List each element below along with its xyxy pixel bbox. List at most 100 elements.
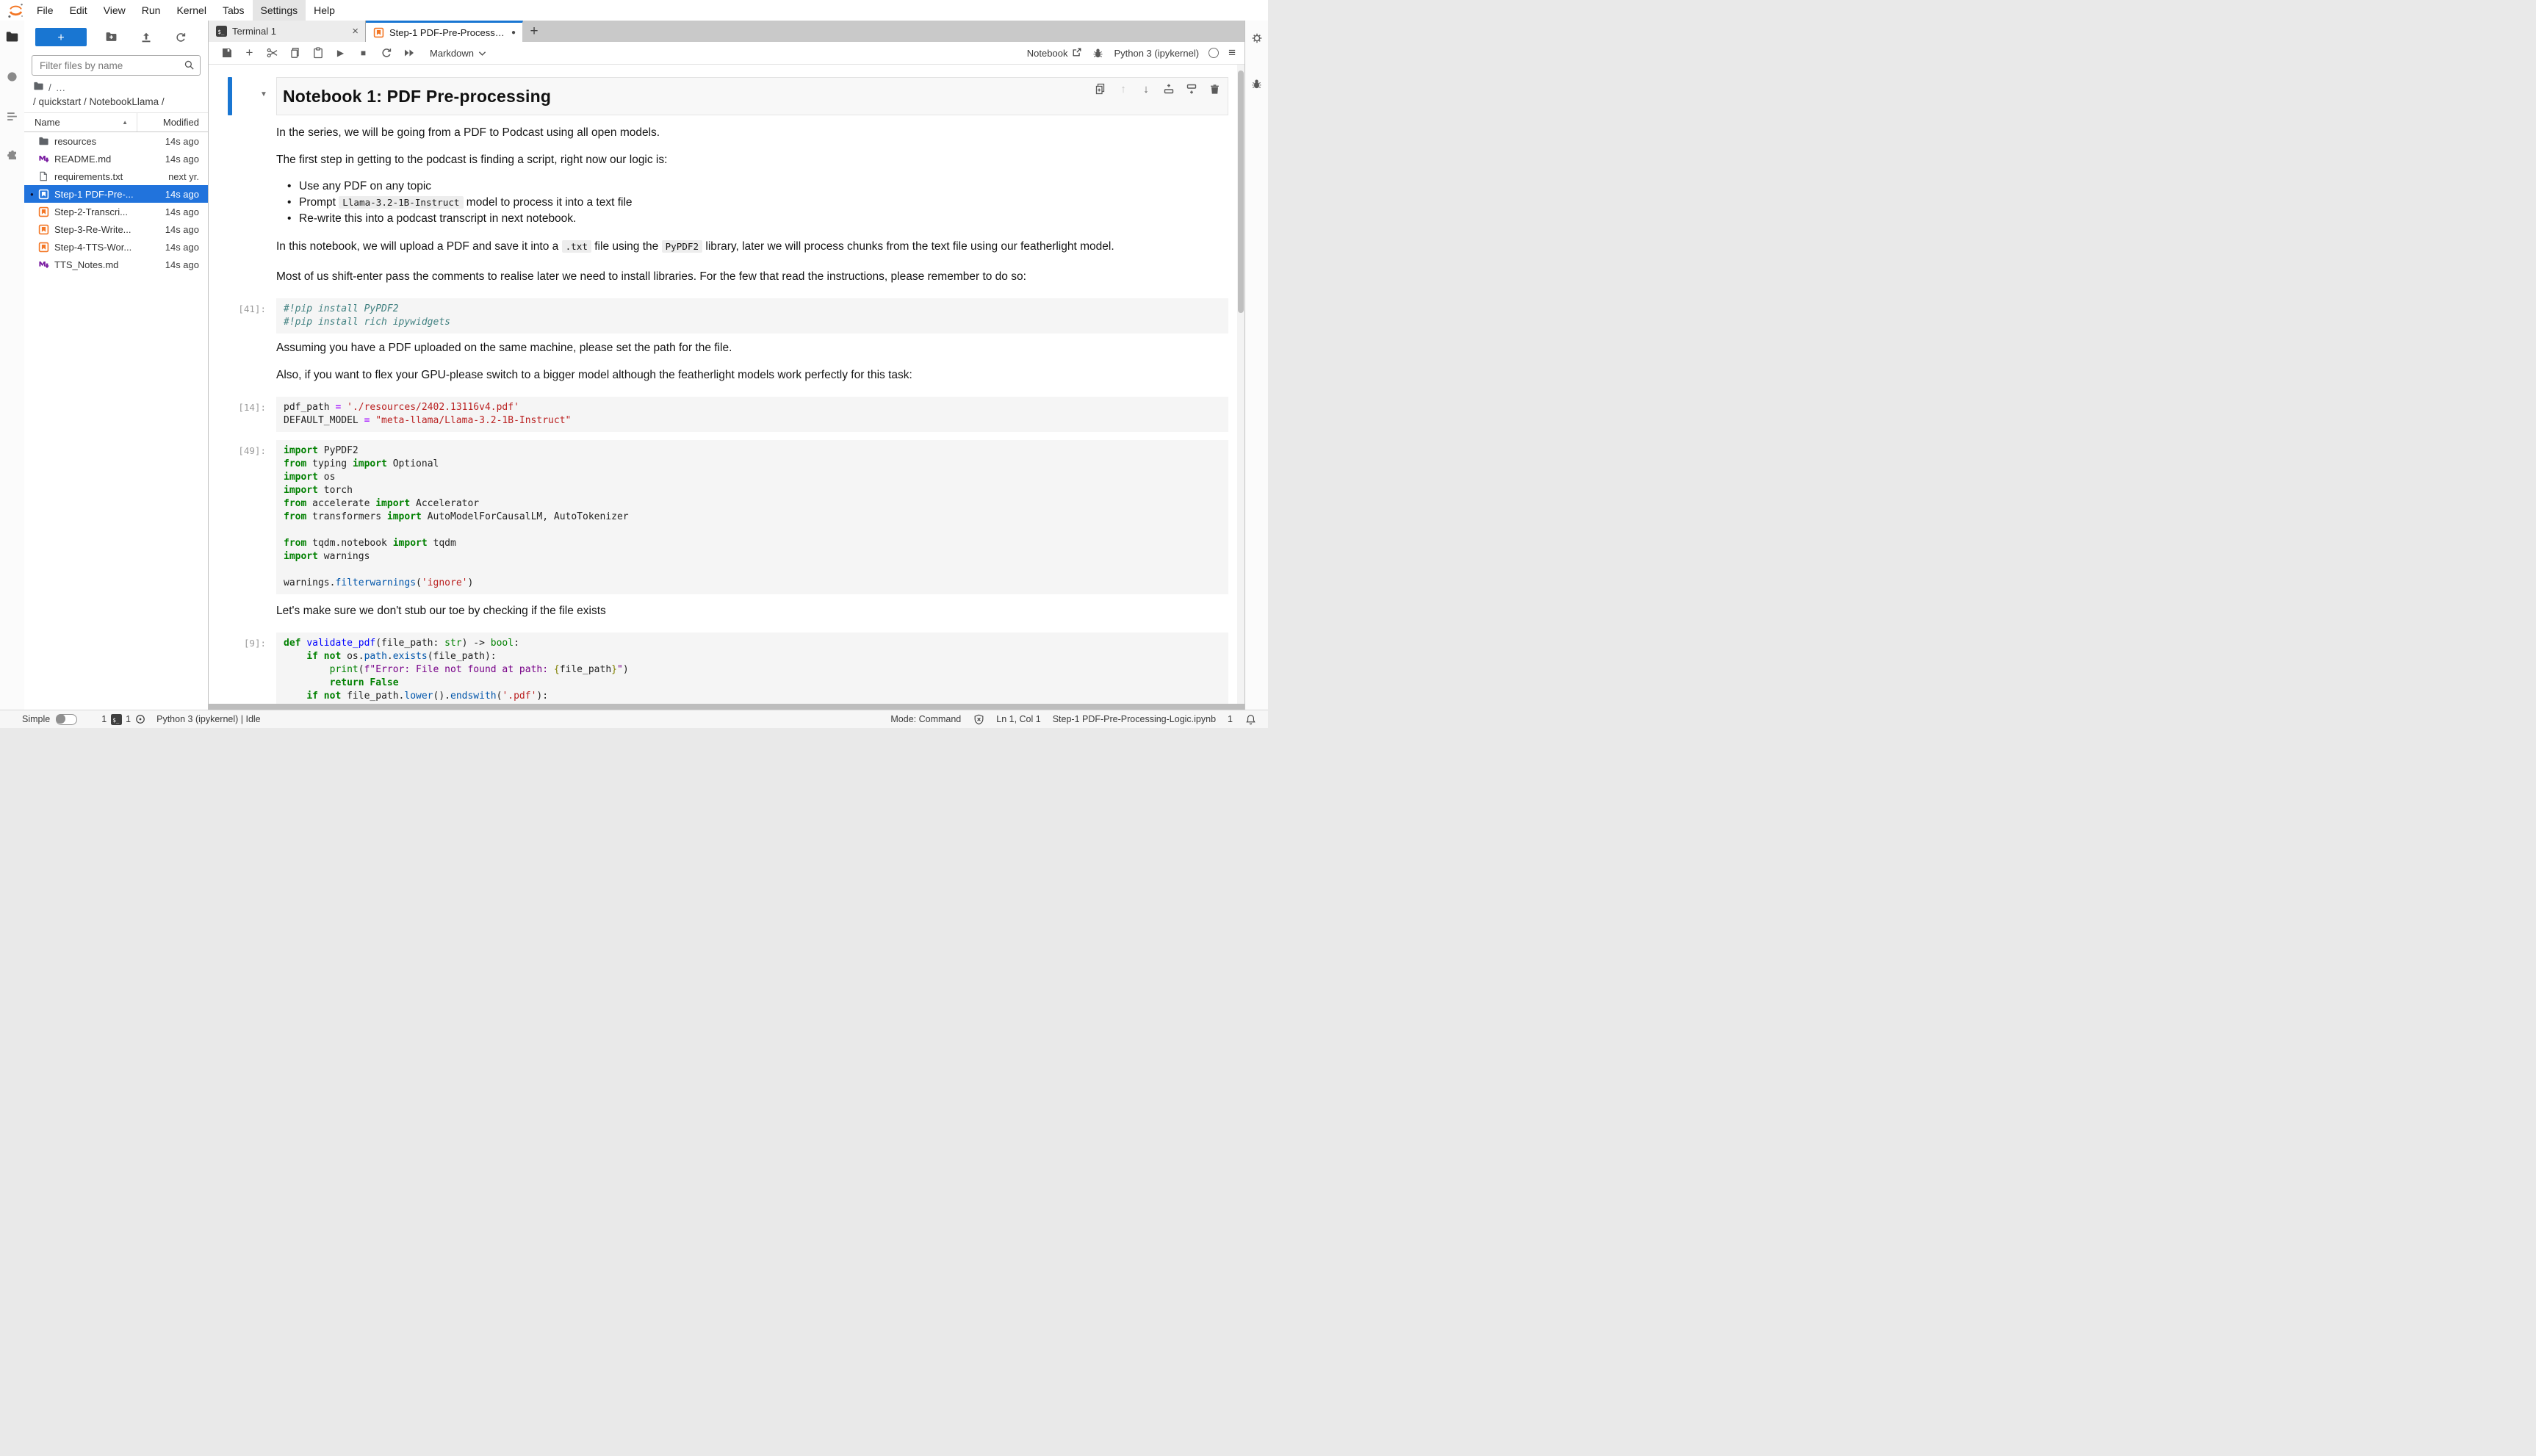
horizontal-scrollbar[interactable] [209,704,1244,710]
new-folder-icon[interactable] [105,31,118,43]
file-row[interactable]: TTS_Notes.md14s ago [24,256,208,273]
scrollbar-thumb[interactable] [1238,71,1244,313]
kernel-status-text[interactable]: Python 3 (ipykernel) | Idle [156,714,261,724]
markdown-title-cell[interactable]: ▼Notebook 1: PDF Pre-processing↑↓ [276,77,1228,115]
new-tab-button[interactable]: + [523,21,545,42]
extension-manager-icon[interactable] [5,148,20,163]
markdown-paragraph[interactable]: Let's make sure we don't stub our toe by… [276,604,1228,618]
menu-run[interactable]: Run [134,0,169,21]
filter-files-input[interactable] [32,55,201,76]
simple-mode-toggle[interactable] [56,714,77,725]
breadcrumb-path[interactable]: / quickstart / NotebookLlama / [33,96,199,107]
restart-run-all-icon[interactable] [403,47,415,60]
command-mode-indicator[interactable]: Mode: Command [890,714,961,724]
cut-icon[interactable] [266,47,278,60]
run-icon[interactable]: ▶ [334,47,347,60]
cell-type-select[interactable]: Markdown [430,48,486,59]
breadcrumb-root[interactable]: / [48,82,51,93]
collapse-cell-icon[interactable]: ▼ [260,90,267,98]
markdown-paragraph[interactable]: Assuming you have a PDF uploaded on the … [276,341,1228,355]
file-row[interactable]: Step-2-Transcri...14s ago [24,203,208,220]
restart-kernel-icon[interactable] [380,47,392,60]
paste-icon[interactable] [311,47,324,60]
menu-kernel[interactable]: Kernel [168,0,214,21]
search-icon [184,60,195,74]
markdown-paragraph[interactable]: Also, if you want to flex your GPU-pleas… [276,368,1228,382]
inline-code: PyPDF2 [662,240,703,253]
code-cell[interactable]: [41]:#!pip install PyPDF2#!pip install r… [276,298,1228,334]
column-modified[interactable]: Modified [137,113,208,131]
file-row[interactable]: ●Step-1 PDF-Pre-...14s ago [24,185,208,203]
tab-step-1-pdf-pre-processing[interactable]: Step-1 PDF-Pre-Processing● [366,21,523,42]
menu-help[interactable]: Help [306,0,343,21]
bell-icon[interactable] [1244,713,1256,725]
kernel-sessions-icon[interactable] [134,713,146,725]
trust-shield-icon[interactable] [973,713,984,725]
sort-ascending-icon: ▲ [122,119,128,126]
table-of-contents-icon[interactable] [5,109,20,123]
menu-items: FileEditViewRunKernelTabsSettingsHelp [29,0,343,21]
stop-icon[interactable]: ■ [357,47,370,60]
file-row[interactable]: README.md14s ago [24,150,208,167]
debugger-toggle-icon[interactable] [1092,47,1104,60]
code-editor[interactable]: #!pip install PyPDF2#!pip install rich i… [276,298,1228,334]
markdown-paragraph[interactable]: In this notebook, we will upload a PDF a… [276,239,1228,253]
code-cell[interactable]: [9]:def validate_pdf(file_path: str) -> … [276,633,1228,710]
file-row[interactable]: Step-4-TTS-Wor...14s ago [24,238,208,256]
menu-settings[interactable]: Settings [253,0,306,21]
file-modified: 14s ago [137,189,208,200]
insert-cell-above-icon[interactable] [1163,83,1175,95]
move-cell-up-icon[interactable]: ↑ [1117,83,1129,95]
running-sessions-icon[interactable] [5,69,20,84]
code-editor[interactable]: pdf_path = './resources/2402.13116v4.pdf… [276,397,1228,432]
markdown-paragraph[interactable]: The first step in getting to the podcast… [276,153,1228,167]
debugger-icon[interactable] [1250,76,1264,91]
cell-type-value: Markdown [430,48,474,59]
markdown-paragraph[interactable]: In the series, we will be going from a P… [276,126,1228,140]
file-row[interactable]: Step-3-Re-Write...14s ago [24,220,208,238]
code-editor[interactable]: import PyPDF2from typing import Optional… [276,440,1228,594]
menu-file[interactable]: File [29,0,62,21]
cursor-position[interactable]: Ln 1, Col 1 [996,714,1040,724]
delete-cell-icon[interactable] [1208,83,1220,95]
code-cell[interactable]: [49]:import PyPDF2from typing import Opt… [276,440,1228,594]
add-cell-icon[interactable]: + [243,47,256,60]
home-folder-icon[interactable] [33,81,44,94]
list-item-text: Re-write this into a podcast transcript … [299,211,576,227]
menu-view[interactable]: View [96,0,134,21]
property-inspector-icon[interactable] [1250,31,1264,46]
duplicate-cell-icon[interactable] [1095,83,1106,95]
refresh-icon[interactable] [174,31,187,43]
save-icon[interactable] [220,47,233,60]
move-cell-down-icon[interactable]: ↓ [1140,83,1152,95]
kernel-name-button[interactable]: Python 3 (ipykernel) [1114,48,1199,59]
markdown-list[interactable]: •Use any PDF on any topic•Prompt Llama-3… [276,179,1228,227]
code-editor[interactable]: def validate_pdf(file_path: str) -> bool… [276,633,1228,710]
code-cell[interactable]: [14]:pdf_path = './resources/2402.13116v… [276,397,1228,432]
kernel-status-icon[interactable] [1208,48,1219,58]
file-modified: 14s ago [137,242,208,253]
kernels-count[interactable]: 1 [126,714,131,724]
terminal-icon[interactable]: $_ [110,713,122,725]
new-launcher-button[interactable]: + [35,28,87,46]
column-name[interactable]: Name ▲ [24,117,137,128]
file-row[interactable]: resources14s ago [24,132,208,150]
menu-tabs[interactable]: Tabs [215,0,253,21]
breadcrumb-ellipsis[interactable]: … [56,82,66,93]
code-line: if not file_path.lower().endswith('.pdf'… [284,690,1221,703]
file-browser-icon[interactable] [5,29,20,44]
tab-terminal-1[interactable]: $_Terminal 1× [209,21,366,42]
upload-icon[interactable] [140,31,152,43]
notebook-context-button[interactable]: Notebook [1027,47,1083,60]
file-row[interactable]: requirements.txtnext yr. [24,167,208,185]
menu-edit[interactable]: Edit [62,0,96,21]
notifications-count[interactable]: 1 [1228,714,1233,724]
terminals-count[interactable]: 1 [101,714,107,724]
copy-icon[interactable] [289,47,301,60]
hamburger-menu-icon[interactable]: ≡ [1228,46,1236,60]
markdown-paragraph[interactable]: Most of us shift-enter pass the comments… [276,270,1228,284]
code-line: from transformers import AutoModelForCau… [284,511,1221,524]
close-tab-icon[interactable]: × [352,26,359,37]
vertical-scrollbar[interactable] [1237,65,1244,704]
insert-cell-below-icon[interactable] [1186,83,1197,95]
